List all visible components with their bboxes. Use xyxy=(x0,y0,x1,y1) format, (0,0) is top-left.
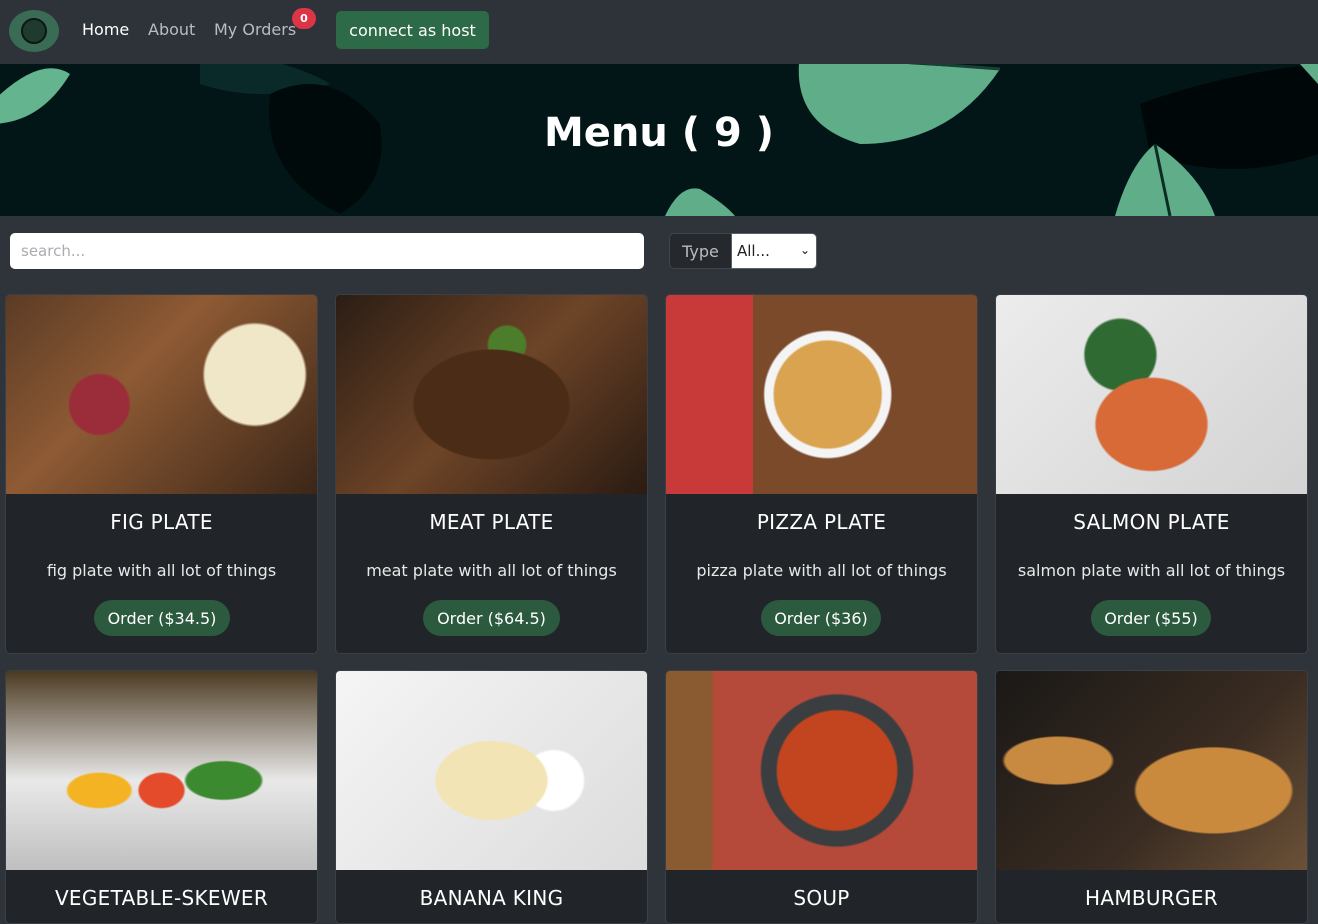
fig-plate-image xyxy=(6,295,317,494)
menu-card-title: SALMON PLATE xyxy=(1073,510,1230,534)
menu-card: MEAT PLATE meat plate with all lot of th… xyxy=(335,294,648,654)
menu-card-description: meat plate with all lot of things xyxy=(366,561,617,580)
banana-king-image xyxy=(336,671,647,870)
plate-icon xyxy=(21,18,47,44)
menu-card-description: pizza plate with all lot of things xyxy=(696,561,947,580)
chevron-down-icon: ⌄ xyxy=(799,243,810,257)
menu-card-title: VEGETABLE-SKEWER xyxy=(54,886,269,910)
menu-title: Menu ( 9 ) xyxy=(543,110,775,156)
menu-card-title: PIZZA PLATE xyxy=(756,510,887,534)
type-filter-select[interactable]: All... ⌄ xyxy=(731,233,817,269)
salmon-plate-image xyxy=(996,295,1307,494)
menu-card-title: SOUP xyxy=(793,886,850,910)
menu-card-description: fig plate with all lot of things xyxy=(46,561,277,580)
connect-as-host-button[interactable]: connect as host xyxy=(336,11,489,49)
nav-home-link[interactable]: Home xyxy=(82,20,129,39)
menu-card: SALMON PLATE salmon plate with all lot o… xyxy=(995,294,1308,654)
menu-card-title: HAMBURGER xyxy=(1085,886,1218,910)
nav-about-link[interactable]: About xyxy=(148,20,195,39)
vegetable-skewer-image xyxy=(6,671,317,870)
order-button[interactable]: Order ($55) xyxy=(1091,600,1211,636)
order-button[interactable]: Order ($64.5) xyxy=(423,600,560,636)
hamburger-image xyxy=(996,671,1307,870)
orders-count-badge: 0 xyxy=(292,8,316,29)
hero-banner: Menu ( 9 ) xyxy=(0,64,1318,216)
logo[interactable] xyxy=(9,10,59,52)
menu-card: PIZZA PLATE pizza plate with all lot of … xyxy=(665,294,978,654)
menu-card-description: salmon plate with all lot of things xyxy=(1017,561,1286,580)
meat-plate-image xyxy=(336,295,647,494)
soup-image xyxy=(666,671,977,870)
nav-my-orders-link[interactable]: My Orders xyxy=(214,20,296,39)
menu-card: VEGETABLE-SKEWER xyxy=(5,670,318,924)
menu-card: BANANA KING xyxy=(335,670,648,924)
menu-card: HAMBURGER xyxy=(995,670,1308,924)
type-filter-selected: All... xyxy=(737,242,770,260)
menu-card: SOUP xyxy=(665,670,978,924)
order-button[interactable]: Order ($34.5) xyxy=(94,600,230,636)
menu-card-title: MEAT PLATE xyxy=(429,510,554,534)
menu-card-title: FIG PLATE xyxy=(110,510,213,534)
navbar: Home About My Orders 0 connect as host xyxy=(0,0,1318,64)
type-filter-label: Type xyxy=(669,233,732,269)
menu-card-title: BANANA KING xyxy=(419,886,564,910)
pizza-plate-image xyxy=(666,295,977,494)
menu-card: FIG PLATE fig plate with all lot of thin… xyxy=(5,294,318,654)
search-input[interactable] xyxy=(10,233,644,269)
order-button[interactable]: Order ($36) xyxy=(761,600,881,636)
